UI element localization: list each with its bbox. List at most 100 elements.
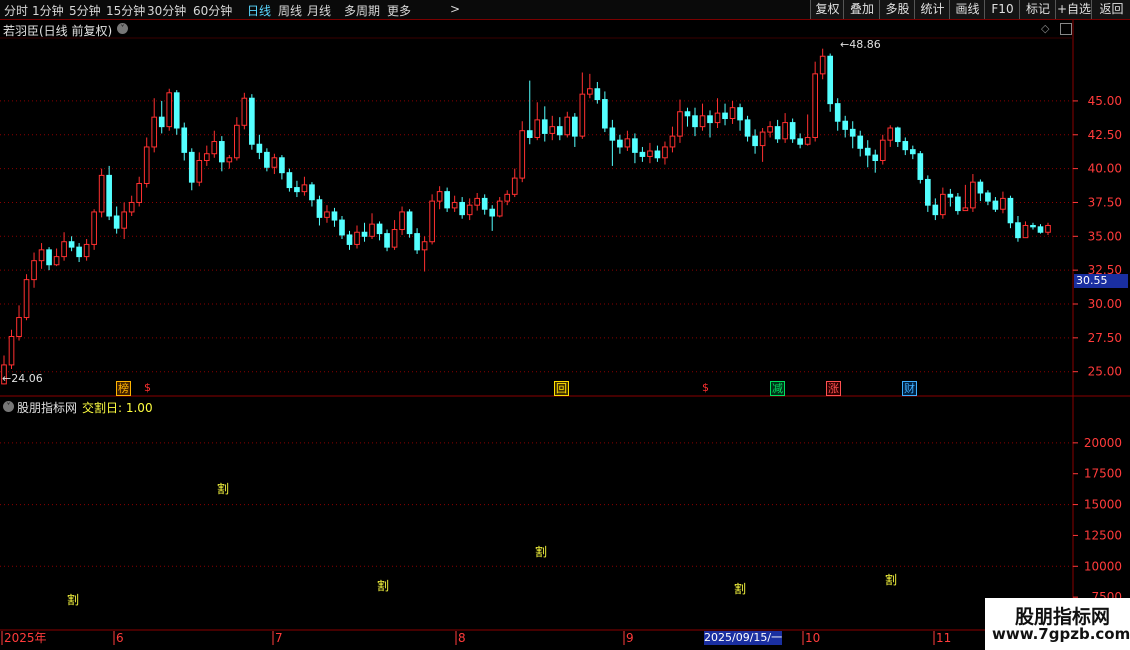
diamond-icon[interactable]: ◇: [1041, 22, 1049, 35]
current-price-box: 30.55: [1074, 274, 1128, 288]
candle-body: [519, 130, 526, 179]
low-price-value: 24.06: [11, 372, 43, 385]
candle-body: [587, 88, 593, 95]
event-marker[interactable]: 减: [770, 381, 785, 396]
delivery-day-marker: 割: [535, 544, 547, 559]
candle-body: [38, 249, 45, 262]
candle-body: [158, 116, 165, 128]
candle-body: [316, 199, 323, 218]
candle-body: [436, 191, 443, 202]
indicator-y-tick-label: 10000: [1084, 559, 1122, 573]
candle-body: [384, 233, 390, 248]
kline-chart[interactable]: 45.0042.5040.0037.5035.0032.5030.0027.50…: [0, 0, 1130, 650]
candle-body: [819, 55, 826, 75]
candle-body: [970, 181, 976, 209]
candle-body: [8, 335, 15, 366]
panel-toggle-icon[interactable]: [1060, 23, 1072, 35]
stock-title: 若羽臣(日线 前复权): [3, 24, 113, 38]
candle-body: [181, 127, 188, 153]
candle-body: [737, 107, 743, 121]
x-tick-label: 10: [805, 631, 820, 645]
candle-body: [309, 184, 315, 201]
x-tick-label: 11: [936, 631, 951, 645]
candle-body: [121, 211, 128, 229]
x-tick-label: 6: [116, 631, 124, 645]
event-marker[interactable]: 财: [902, 381, 917, 396]
candle-body: [609, 127, 616, 141]
candle-body: [53, 256, 60, 266]
low-price-label: ←24.06: [2, 372, 43, 385]
candle-body: [451, 201, 458, 209]
y-tick-label: 27.50: [1088, 331, 1122, 345]
candle-body: [617, 139, 623, 148]
candle-body: [143, 146, 150, 185]
candle-body: [804, 136, 811, 145]
candle-body: [136, 183, 143, 203]
indicator-y-tick-label: 12500: [1084, 528, 1122, 542]
candle-body: [76, 246, 82, 258]
candle-body: [639, 151, 646, 157]
candle-body: [331, 211, 338, 221]
candle-body: [481, 197, 488, 210]
event-marker[interactable]: $: [699, 381, 712, 394]
candle-body: [887, 127, 894, 141]
candle-body: [977, 181, 984, 194]
candle-body: [166, 92, 173, 128]
y-tick-label: 25.00: [1088, 365, 1122, 379]
candle-body: [947, 193, 954, 198]
candle-body: [526, 130, 533, 138]
event-marker[interactable]: 榜: [116, 381, 131, 396]
candle-body: [414, 233, 420, 251]
event-marker[interactable]: $: [141, 381, 154, 394]
candle-body: [955, 196, 961, 212]
candle-body: [932, 204, 939, 216]
indicator-y-tick-label: 15000: [1084, 498, 1122, 512]
candle-body: [834, 103, 841, 122]
candle-body: [354, 231, 360, 245]
candle-body: [504, 193, 511, 202]
delivery-day-marker: 割: [67, 592, 79, 607]
candle-body: [203, 153, 210, 161]
candle-body: [218, 141, 225, 163]
y-tick-label: 35.00: [1088, 229, 1122, 243]
candle-body: [684, 111, 691, 117]
candle-body: [106, 174, 112, 217]
candle-body: [249, 97, 255, 145]
candle-body: [699, 115, 706, 128]
candle-body: [1037, 226, 1044, 233]
candle-body: [812, 73, 818, 138]
candle-body: [406, 211, 413, 235]
candle-body: [196, 159, 203, 183]
candle-body: [1045, 224, 1051, 233]
candle-body: [632, 138, 638, 153]
event-marker[interactable]: 回: [554, 381, 569, 396]
candle-body: [68, 241, 75, 248]
candle-body: [91, 211, 97, 245]
candle-body: [151, 116, 158, 148]
candle-body: [444, 191, 450, 209]
candle-body: [797, 138, 803, 145]
candle-body: [842, 120, 849, 130]
candle-body: [992, 200, 999, 210]
candle-body: [759, 131, 766, 147]
chevron-down-icon[interactable]: ˅: [117, 23, 128, 34]
cursor-date: 2025/09/15/一: [704, 631, 783, 645]
event-marker[interactable]: 涨: [826, 381, 841, 396]
candle-body: [579, 93, 586, 137]
candle-body: [188, 151, 195, 183]
candle-body: [264, 151, 270, 168]
x-tick-label: 8: [458, 631, 466, 645]
candle-body: [31, 260, 37, 281]
candle-body: [594, 88, 601, 101]
indicator-collapse-icon[interactable]: ˅: [3, 401, 14, 412]
candle-body: [361, 231, 368, 237]
y-tick-label: 40.00: [1088, 162, 1122, 176]
y-tick-label: 30.00: [1088, 297, 1122, 311]
candle-body: [774, 126, 781, 140]
candle-body: [827, 55, 834, 105]
candle-body: [286, 172, 293, 189]
candle-body: [61, 241, 67, 258]
candle-body: [256, 143, 263, 153]
candle-body: [16, 317, 22, 337]
candle-body: [985, 192, 991, 202]
